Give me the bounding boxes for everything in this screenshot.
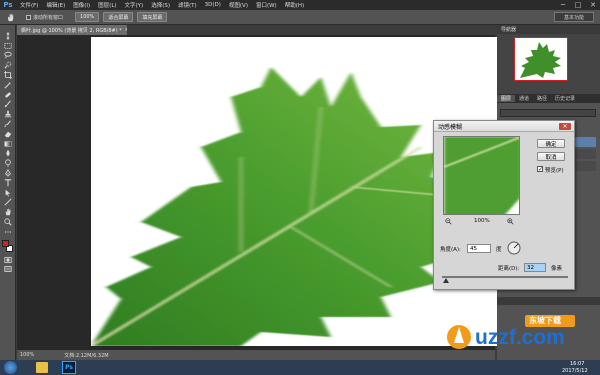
taskbar-time: 16:07 <box>570 361 585 367</box>
layers-panel-footer <box>497 297 600 305</box>
tab-history[interactable]: 历史记录 <box>551 95 579 102</box>
watermark-logo: 东坡下载 uzzf.com <box>445 313 597 353</box>
eraser-tool-icon[interactable] <box>0 129 16 139</box>
brush-tool-icon[interactable] <box>0 100 16 110</box>
distance-slider-thumb[interactable] <box>442 278 449 283</box>
taskbar-date: 2017/5/12 <box>562 368 588 374</box>
gradient-tool-icon[interactable] <box>0 139 16 149</box>
dialog-close-icon[interactable]: ✕ <box>559 123 571 130</box>
distance-unit: 像素 <box>551 266 563 272</box>
screen-mode-icon[interactable] <box>0 265 16 275</box>
path-selection-tool-icon[interactable] <box>0 188 16 198</box>
dodge-tool-icon[interactable] <box>0 158 16 168</box>
menu-window[interactable]: 窗口(W) <box>252 1 281 9</box>
preview-zoom-percent: 100% <box>474 218 490 224</box>
zoom-out-icon[interactable] <box>445 218 452 227</box>
navigator-leaf-thumbnail <box>520 42 561 78</box>
menu-3d[interactable]: 3D(D) <box>201 2 225 8</box>
blur-tool-icon[interactable] <box>0 149 16 159</box>
menu-layer[interactable]: 图层(L) <box>94 1 120 9</box>
distance-label: 距离(D): <box>498 266 520 272</box>
healing-brush-tool-icon[interactable] <box>0 90 16 100</box>
dialog-preview-area[interactable] <box>443 136 520 215</box>
menu-bar: Ps 文件(F) 编辑(E) 图像(I) 图层(L) 文字(Y) 选择(S) 滤… <box>0 0 600 10</box>
angle-label: 角度(A): <box>440 247 461 253</box>
document-tab[interactable]: 枫叶.jpg @ 100% (背景 拷贝 2, RGB/8#) * × <box>17 25 127 35</box>
more-tools-icon[interactable] <box>0 227 16 237</box>
layers-panel-tabs: 图层 通道 路径 历史记录 <box>497 94 600 103</box>
maximize-button[interactable]: □ <box>571 0 585 10</box>
status-bar: 100% 文档:2.12M/6.32M <box>17 350 495 360</box>
ok-button[interactable]: 确定 <box>537 139 565 148</box>
menu-image[interactable]: 图像(I) <box>69 1 94 9</box>
pen-tool-icon[interactable] <box>0 168 16 178</box>
clone-stamp-tool-icon[interactable] <box>0 109 16 119</box>
tab-layers[interactable]: 图层 <box>497 95 516 102</box>
dialog-title-bar[interactable]: 动感模糊 <box>434 121 574 132</box>
zoom-in-icon[interactable] <box>507 218 514 227</box>
watermark-text: uzzf.com <box>475 326 565 349</box>
eyedropper-tool-icon[interactable] <box>0 80 16 90</box>
quick-mask-icon[interactable] <box>0 255 16 265</box>
angle-unit: 度 <box>496 247 502 253</box>
photoshop-taskbar-icon[interactable]: Ps <box>62 361 76 374</box>
menu-view[interactable]: 视图(V) <box>225 1 252 9</box>
menu-filter[interactable]: 滤镜(T) <box>174 1 201 9</box>
preview-checkbox[interactable]: ✓ <box>537 166 543 173</box>
history-brush-tool-icon[interactable] <box>0 119 16 129</box>
angle-dial[interactable] <box>507 241 521 257</box>
distance-slider-track[interactable] <box>442 276 568 278</box>
distance-input[interactable]: 32 <box>524 263 546 272</box>
menu-type[interactable]: 文字(Y) <box>121 1 148 9</box>
document-tab-close-icon[interactable]: × <box>125 27 127 33</box>
dialog-title: 动感模糊 <box>438 123 463 131</box>
minimize-button[interactable]: ─ <box>556 0 570 10</box>
zoom-level[interactable]: 100% <box>20 352 34 358</box>
layer-filter-bar[interactable] <box>500 109 596 117</box>
watermark-badge: 东坡下载 <box>529 316 561 325</box>
zoom-tool-icon[interactable] <box>0 217 16 227</box>
tab-paths[interactable]: 路径 <box>533 95 551 102</box>
document-info[interactable]: 文档:2.12M/6.32M <box>64 352 108 359</box>
tab-channels[interactable]: 通道 <box>515 95 533 102</box>
color-swatches[interactable] <box>0 237 16 255</box>
fill-screen-button[interactable]: 填充屏幕 <box>137 12 168 22</box>
preview-label: 预览(P) <box>545 168 564 174</box>
angle-input[interactable]: 45 <box>467 244 491 253</box>
scroll-all-checkbox[interactable] <box>26 14 31 20</box>
marquee-tool-icon[interactable] <box>0 41 16 51</box>
workspace-select[interactable]: 基本功能 <box>554 12 594 22</box>
move-tool-icon[interactable] <box>0 31 16 41</box>
taskbar: Ps 16:07 2017/5/12 <box>0 360 600 375</box>
navigator-panel-header[interactable]: 导航器 <box>497 25 600 34</box>
zoom-100-button[interactable]: 100% <box>75 12 100 22</box>
crop-tool-icon[interactable] <box>0 70 16 80</box>
line-tool-icon[interactable] <box>0 198 16 208</box>
fit-screen-button[interactable]: 适合屏幕 <box>103 12 134 22</box>
navigator-title: 导航器 <box>501 27 517 33</box>
menu-edit[interactable]: 编辑(E) <box>42 1 69 9</box>
foreground-color-swatch[interactable] <box>2 239 9 247</box>
explorer-icon[interactable] <box>36 362 48 373</box>
hand-tool-icon[interactable] <box>0 207 16 217</box>
tools-panel <box>0 25 16 360</box>
preview-leaf-image <box>444 137 519 214</box>
navigator-thumbnail[interactable] <box>514 37 568 81</box>
cancel-button[interactable]: 取消 <box>537 152 565 161</box>
type-tool-icon[interactable] <box>0 178 16 188</box>
photoshop-logo: Ps <box>3 1 13 9</box>
lasso-tool-icon[interactable] <box>0 51 16 61</box>
document-tab-title: 枫叶.jpg @ 100% (背景 拷贝 2, RGB/8#) * <box>21 27 122 34</box>
close-button[interactable]: ✕ <box>586 0 600 10</box>
motion-blur-dialog: 动感模糊 ✕ 确定 取消 ✓ 预览(P) 100% 角度(A): 45 度 距离… <box>433 120 575 290</box>
quick-select-tool-icon[interactable] <box>0 60 16 70</box>
options-bar: 滚动所有窗口 100% 适合屏幕 填充屏幕 基本功能 <box>0 10 600 25</box>
start-button[interactable] <box>4 361 17 374</box>
menu-file[interactable]: 文件(F) <box>16 1 42 9</box>
hand-tool-icon[interactable] <box>0 11 20 24</box>
scroll-all-label: 滚动所有窗口 <box>33 14 64 21</box>
menu-select[interactable]: 选择(S) <box>147 1 174 9</box>
menu-help[interactable]: 帮助(H) <box>281 1 308 9</box>
